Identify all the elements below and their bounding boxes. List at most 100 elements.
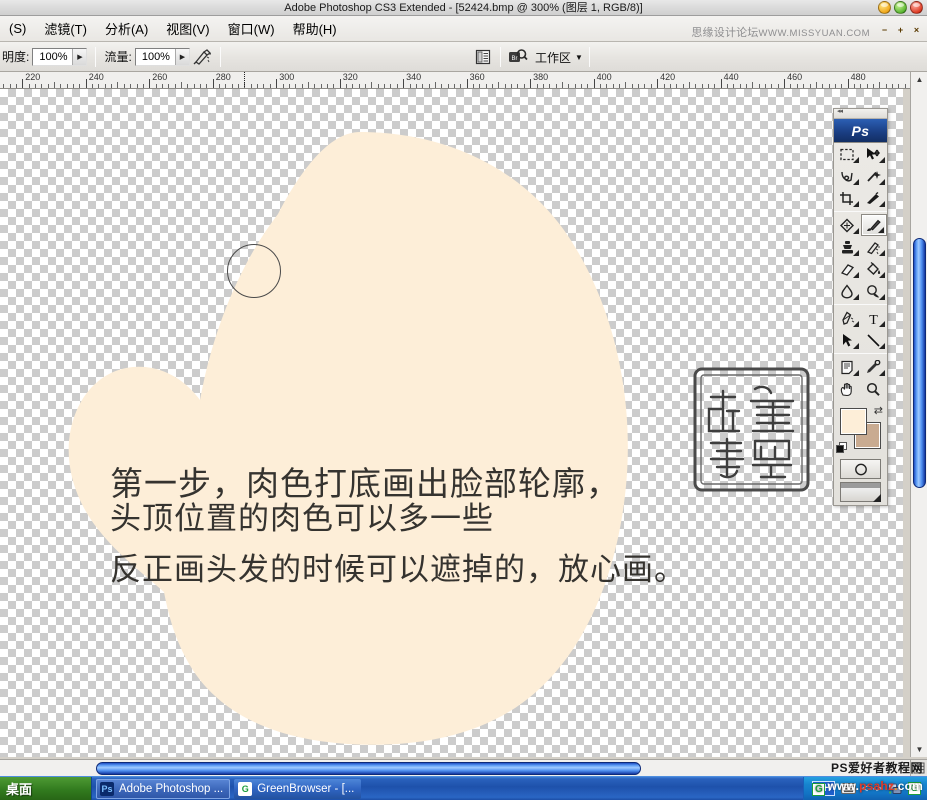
tool-more-triangle-icon [879, 201, 885, 207]
ruler-tick [85, 79, 87, 88]
slice-tool[interactable] [861, 187, 888, 209]
taskbar-item-photoshop[interactable]: Ps Adobe Photoshop ... [96, 778, 231, 799]
chevron-down-icon[interactable]: ▼ [575, 53, 583, 62]
palettes-icon[interactable] [472, 46, 494, 68]
vertical-scrollbar[interactable]: ▲ ▼ [910, 72, 927, 757]
path-selection-tool[interactable] [834, 329, 861, 351]
magic-wand-tool[interactable] [861, 165, 888, 187]
eyedropper-tool[interactable] [861, 356, 888, 378]
screen-mode-icon[interactable] [840, 482, 881, 502]
move-tool[interactable] [861, 143, 888, 165]
tool-more-triangle-icon [852, 272, 859, 278]
close-button[interactable] [910, 1, 923, 14]
window-controls-document[interactable]: − + × [878, 24, 923, 37]
ruler-label: 220 [25, 72, 41, 82]
foreground-color-swatch[interactable] [840, 408, 867, 435]
blur-tool[interactable] [834, 280, 861, 302]
maximize-button[interactable] [894, 1, 907, 14]
dodge-tool[interactable] [861, 280, 888, 302]
ruler-label: 440 [723, 72, 739, 82]
default-foreground-icon [836, 445, 844, 453]
vertical-scrollbar-thumb[interactable] [913, 238, 926, 488]
notes-tool[interactable] [834, 356, 861, 378]
ruler-tick [250, 84, 252, 88]
window-controls-top[interactable] [878, 1, 923, 14]
brush-tool[interactable] [860, 214, 887, 236]
menu-item-view[interactable]: 视图(V) [157, 17, 218, 40]
photoshop-logo-icon: Ps [834, 119, 887, 143]
chevron-down-icon[interactable]: ▶ [72, 48, 87, 65]
svg-text:T: T [869, 313, 878, 326]
doc-close-button[interactable]: × [910, 24, 923, 37]
workspace-divider-2 [588, 47, 590, 67]
start-button[interactable]: 桌面 [0, 776, 92, 800]
marquee-tool[interactable] [834, 143, 861, 165]
horizontal-scrollbar-thumb[interactable] [96, 762, 641, 775]
photoshop-icon: Ps [100, 781, 114, 796]
airbrush-icon[interactable] [192, 47, 214, 67]
ruler-tick [720, 79, 722, 88]
ruler-tick [682, 84, 684, 88]
eraser-tool[interactable] [834, 258, 861, 280]
paint-bucket-tool[interactable] [861, 258, 888, 280]
horizontal-scrollbar[interactable] [0, 759, 910, 776]
ruler-tick [625, 82, 627, 88]
scroll-down-arrow-icon[interactable]: ▼ [911, 742, 927, 757]
ruler-tick [320, 84, 322, 88]
artist-seal-stamp [693, 367, 810, 492]
zoom-tool[interactable] [861, 378, 888, 400]
ruler-tick [593, 79, 595, 88]
ruler-tick [225, 84, 227, 88]
type-tool[interactable]: T [861, 307, 888, 329]
title-bar: Adobe Photoshop CS3 Extended - [52424.bm… [0, 0, 927, 16]
ruler-tick [492, 84, 494, 88]
flow-combo[interactable]: 100% ▶ [134, 47, 190, 66]
canvas-area[interactable]: 第一步，肉色打底画出脸部轮廓， 头顶位置的肉色可以多一些 反正画头发的时候可以遮… [0, 89, 903, 757]
workspace-label[interactable]: 工作区 [535, 49, 571, 66]
menu-item-help[interactable]: 帮助(H) [284, 17, 346, 40]
palette-collapse-handle[interactable] [834, 107, 887, 119]
history-brush-tool[interactable] [861, 236, 888, 258]
scroll-up-arrow-icon[interactable]: ▲ [911, 72, 927, 87]
healing-brush-tool[interactable] [834, 214, 861, 236]
ruler-tick [200, 84, 201, 88]
ruler-tick [485, 84, 487, 88]
ruler-tick [479, 84, 481, 88]
menu-item-analysis[interactable]: 分析(A) [96, 17, 157, 40]
ruler-tick [155, 84, 157, 88]
swap-colors-icon[interactable]: ⇄ [874, 404, 883, 417]
line-tool[interactable] [861, 329, 888, 351]
lasso-tool[interactable] [834, 165, 861, 187]
pen-tool[interactable] [834, 307, 861, 329]
quick-mask-icon[interactable] [840, 459, 881, 479]
menu-item-window[interactable]: 窗口(W) [219, 17, 284, 40]
menu-item-filter[interactable]: 滤镜(T) [35, 17, 96, 40]
flow-value[interactable]: 100% [136, 51, 175, 63]
menu-item-select[interactable]: (S) [0, 19, 35, 38]
doc-minimize-button[interactable]: − [878, 24, 891, 37]
opacity-combo[interactable]: 100% ▶ [32, 47, 88, 66]
ruler-tick [263, 84, 265, 88]
tool-palette[interactable]: Ps [833, 107, 888, 506]
crop-tool[interactable] [834, 187, 861, 209]
ruler-tick [504, 84, 506, 88]
forum-watermark: 思缘设计论坛WWW.MISSYUAN.COM [691, 24, 870, 40]
ruler-tick [326, 84, 328, 88]
bridge-icon[interactable]: Br [507, 46, 529, 68]
ruler-label: 460 [787, 72, 803, 82]
color-swatches[interactable]: ⇄ [834, 404, 887, 456]
ruler-tick [549, 84, 551, 88]
ruler-tick [231, 84, 233, 88]
doc-maximize-button[interactable]: + [894, 24, 907, 37]
default-colors-icon[interactable] [836, 442, 848, 454]
ruler-tick [847, 79, 849, 88]
opacity-value[interactable]: 100% [33, 51, 72, 63]
ruler-tick [276, 79, 278, 88]
ruler-label: 480 [850, 72, 866, 82]
horizontal-ruler[interactable]: 220 240 260 280 300 320 340 360 380 400 420 440 460 4… [0, 72, 927, 89]
chevron-down-icon[interactable]: ▶ [174, 48, 189, 65]
clone-stamp-tool[interactable] [834, 236, 861, 258]
hand-tool[interactable] [834, 378, 861, 400]
minimize-button[interactable] [878, 1, 891, 14]
taskbar-item-greenbrowser[interactable]: G GreenBrowser - [... [234, 778, 362, 799]
